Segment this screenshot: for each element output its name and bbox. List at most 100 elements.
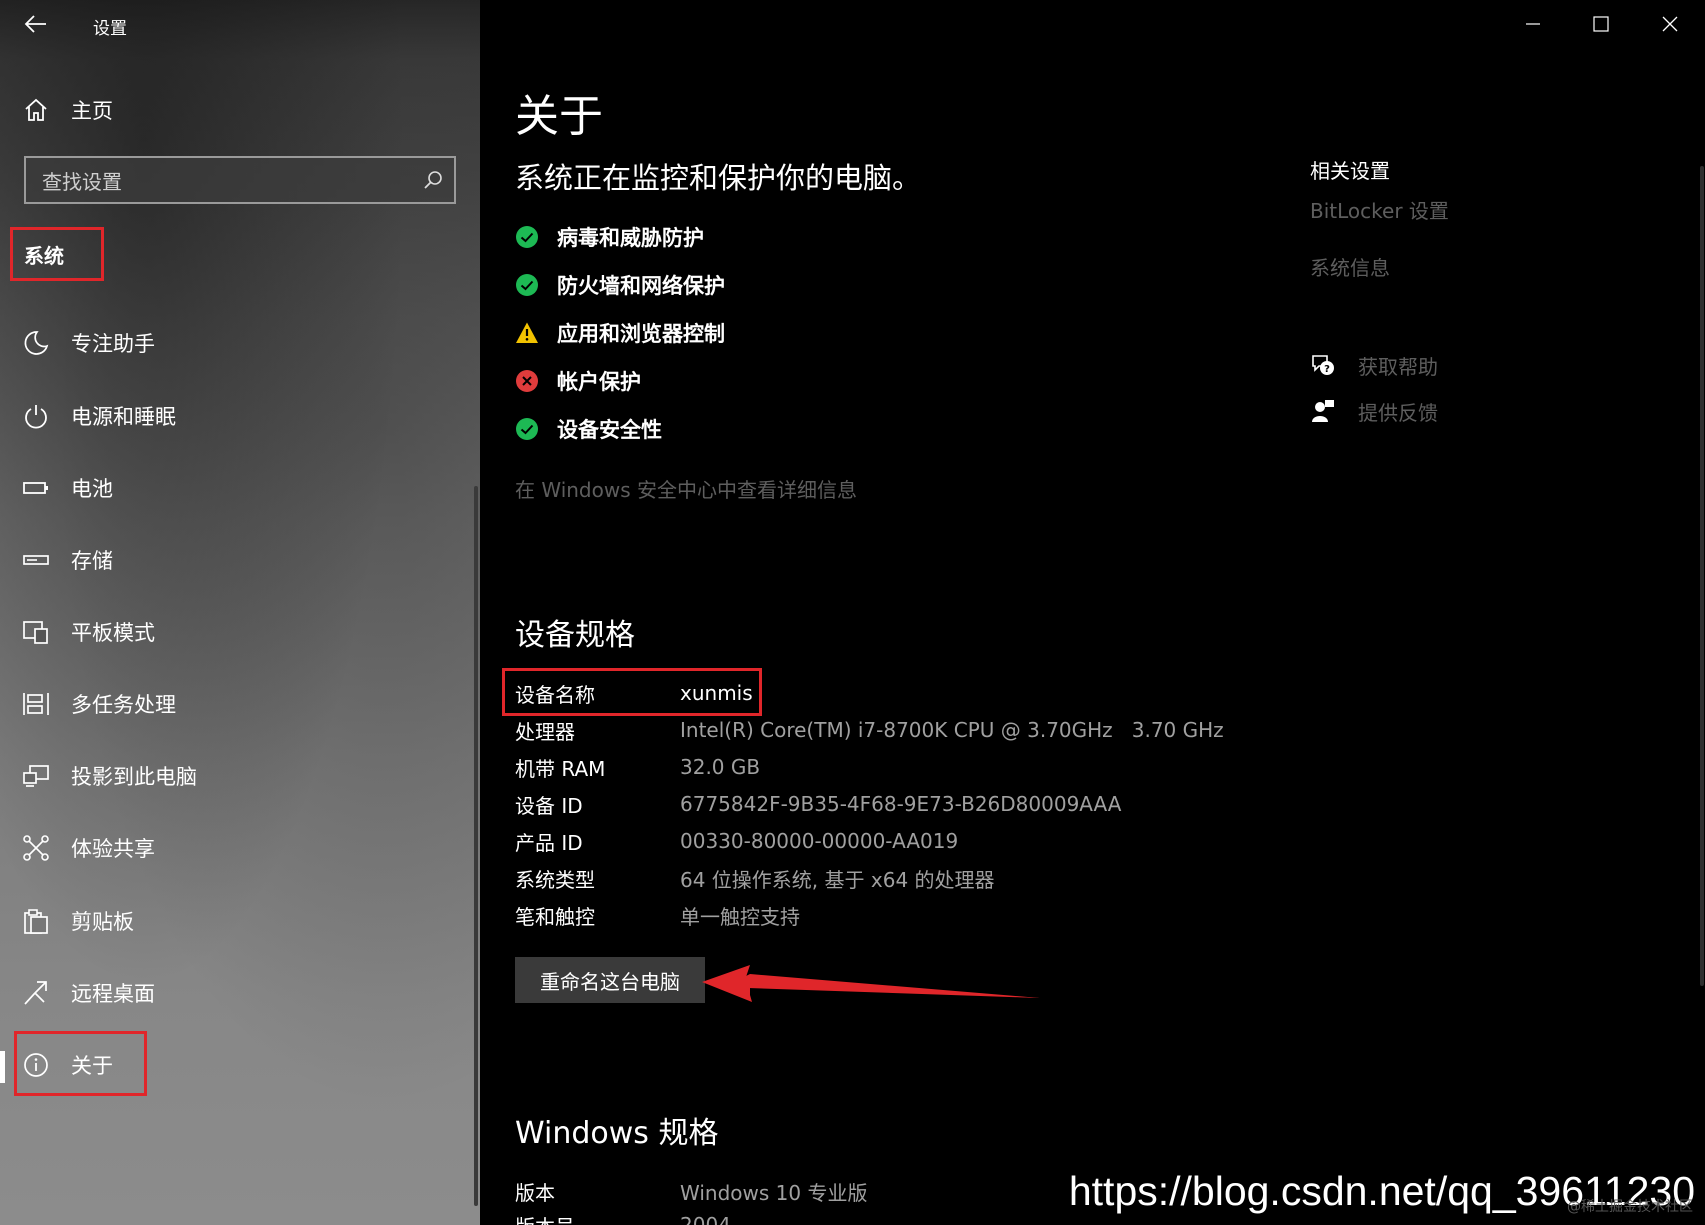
spec-key: 笔和触控 [515,904,595,929]
error-circle-icon [516,370,538,392]
sidebar-item-shared-experiences[interactable]: 体验共享 [22,824,462,872]
sidebar: 设置 主页 查找设置 系统 专注助手 电源和睡眠 电池 存储 平板模式 多任务处… [0,0,480,1225]
security-item-label: 应用和浏览器控制 [557,322,725,346]
spec-key: 版本 [515,1180,555,1205]
battery-icon [23,482,48,494]
spec-value: 32.0 GB [680,755,761,779]
sidebar-item-storage[interactable]: 存储 [22,536,462,584]
spec-key: 版本号 [515,1211,680,1225]
related-settings-title: 相关设置 [1310,159,1390,183]
security-item-firewall[interactable]: 防火墙和网络保护 [515,270,725,300]
spec-row-pen-touch: 笔和触控 单一触控支持 [515,898,800,932]
spec-key: 系统类型 [515,867,595,892]
spec-value: 单一触控支持 [680,904,800,929]
sidebar-item-remote-desktop[interactable]: 远程桌面 [22,969,462,1017]
windows-spec-heading: Windows 规格 [515,1116,719,1151]
security-center-link[interactable]: 在 Windows 安全中心中查看详细信息 [515,474,857,503]
spec-row-edition: 版本 Windows 10 专业版 [515,1174,867,1208]
spec-value: 00330-80000-00000-AA019 [680,829,959,853]
sidebar-item-label: 电池 [71,477,113,501]
sidebar-item-battery[interactable]: 电池 [22,464,462,512]
bitlocker-settings-link[interactable]: BitLocker 设置 [1310,195,1449,224]
sidebar-item-home[interactable]: 主页 [22,90,442,130]
close-button[interactable] [1647,6,1693,42]
spec-value: 2004 [680,1213,731,1225]
sidebar-item-label: 主页 [71,99,113,123]
spec-value: 6775842F-9B35-4F68-9E73-B26D80009AAA [680,792,1122,816]
annotation-box-device-name [502,668,762,716]
security-item-label: 设备安全性 [557,418,662,442]
sidebar-scrollbar[interactable] [474,486,478,1206]
sidebar-item-label: 电源和睡眠 [71,405,176,429]
security-item-app-browser-control[interactable]: 应用和浏览器控制 [515,318,725,348]
spec-key: 机带 RAM [515,756,606,781]
moon-icon [24,331,49,355]
spec-row-ram: 机带 RAM 32.0 GB [515,750,760,784]
home-icon [25,98,47,121]
spec-value: Windows 10 专业版 [680,1180,868,1205]
check-circle-icon [516,226,538,248]
sidebar-item-label: 平板模式 [71,621,155,645]
search-placeholder: 查找设置 [42,169,122,194]
spec-row-device-id: 设备 ID 6775842F-9B35-4F68-9E73-B26D80009A… [515,787,1121,821]
sidebar-item-label: 远程桌面 [71,982,155,1006]
back-arrow-icon [24,15,46,33]
project-icon [23,765,49,787]
multitasking-icon [23,693,49,715]
security-item-account-protection[interactable]: 帐户保护 [515,366,641,396]
check-circle-icon [516,274,538,296]
annotation-box-about [14,1031,147,1096]
back-button[interactable] [22,10,52,40]
spec-key: 产品 ID [515,830,583,855]
sidebar-item-label: 投影到此电脑 [71,765,197,789]
sidebar-item-label: 专注助手 [71,332,155,356]
minimize-icon [1526,23,1540,25]
search-icon [424,171,442,189]
security-item-device-security[interactable]: 设备安全性 [515,414,662,444]
sidebar-item-multitasking[interactable]: 多任务处理 [22,680,462,728]
content-scrollbar[interactable] [1700,166,1704,986]
sidebar-item-label: 剪贴板 [71,910,134,934]
maximize-button[interactable] [1578,6,1624,42]
shared-experience-icon [23,835,49,861]
sidebar-item-label: 体验共享 [71,837,155,861]
security-subtitle: 系统正在监控和保护你的电脑。 [515,161,922,195]
spec-row-version: 版本号 2004 [515,1208,731,1225]
security-item-label: 病毒和威胁防护 [557,226,704,250]
spec-row-product-id: 产品 ID 00330-80000-00000-AA019 [515,824,958,858]
sidebar-item-label: 多任务处理 [71,693,176,717]
spec-key: 处理器 [515,719,575,744]
warning-icon [516,322,538,343]
spec-key: 设备 ID [515,793,583,818]
security-item-label: 帐户保护 [557,370,641,394]
app-title: 设置 [93,19,127,39]
give-feedback-label: 提供反馈 [1358,400,1438,425]
minimize-button[interactable] [1510,6,1556,42]
get-help-link[interactable]: ? 获取帮助 [1310,350,1438,380]
spec-value: 64 位操作系统, 基于 x64 的处理器 [680,867,995,892]
spec-value: Intel(R) Core(TM) i7-8700K CPU @ 3.70GHz… [680,718,1224,742]
search-input[interactable]: 查找设置 [24,156,456,204]
power-icon [25,405,47,429]
sidebar-item-tablet-mode[interactable]: 平板模式 [22,608,462,656]
tablet-mode-icon [23,621,48,644]
system-info-link[interactable]: 系统信息 [1310,252,1390,281]
sidebar-item-project-to-pc[interactable]: 投影到此电脑 [22,752,462,800]
annotation-box-system [10,227,104,281]
maximize-icon [1593,16,1609,32]
sidebar-item-clipboard[interactable]: 剪贴板 [22,897,462,945]
svg-text:?: ? [1324,364,1330,375]
give-feedback-link[interactable]: 提供反馈 [1310,396,1438,426]
watermark-sub: @稀土掘金技术社区 [1567,1199,1693,1215]
security-item-label: 防火墙和网络保护 [557,274,725,298]
storage-icon [23,555,49,565]
security-item-virus-protection[interactable]: 病毒和威胁防护 [515,222,704,252]
get-help-label: 获取帮助 [1358,354,1438,379]
check-circle-icon [516,418,538,440]
rename-pc-button[interactable]: 重命名这台电脑 [515,957,705,1003]
close-icon [1662,16,1678,32]
annotation-arrow [702,965,1040,1002]
help-chat-icon: ? [1312,355,1334,375]
sidebar-item-power-sleep[interactable]: 电源和睡眠 [22,392,462,440]
sidebar-item-focus-assist[interactable]: 专注助手 [22,319,462,367]
